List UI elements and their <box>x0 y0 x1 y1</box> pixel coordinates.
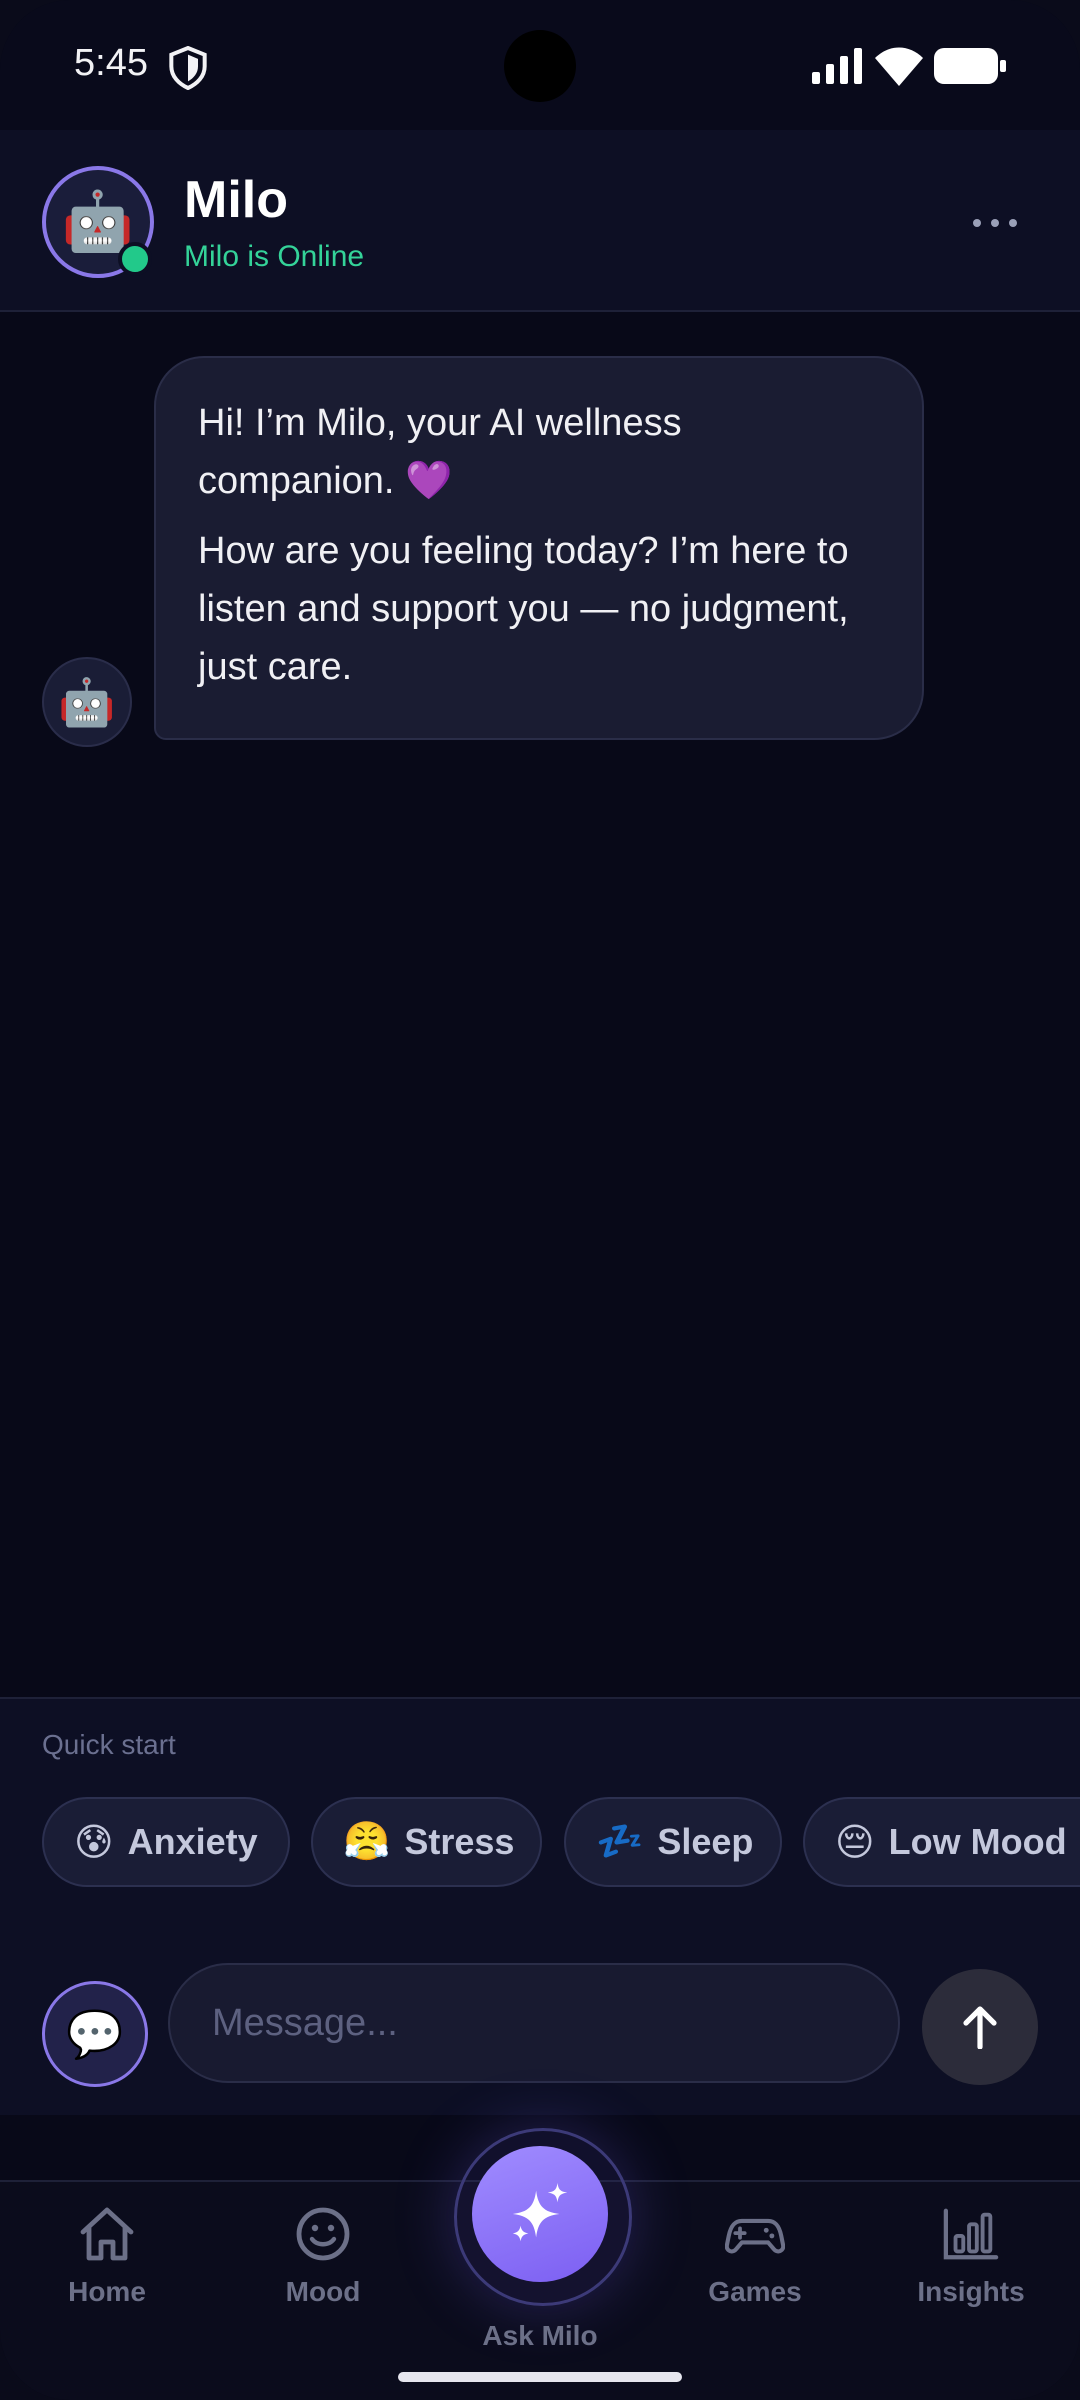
quick-chip-sleep[interactable]: 💤 Sleep <box>564 1797 782 1887</box>
message-paragraph: Hi! I’m Milo, your AI wellness companion… <box>198 402 682 502</box>
zzz-icon: 💤 <box>596 1821 644 1863</box>
message-paragraph: How are you feeling today? I’m here to l… <box>198 530 849 688</box>
bot-message-bubble: Hi! I’m Milo, your AI wellness companion… <box>154 356 924 740</box>
speech-bubble-icon: 💬 <box>66 2007 124 2060</box>
chat-title: Milo <box>184 171 288 229</box>
nav-mood[interactable]: Mood <box>243 2206 403 2308</box>
chip-label: Anxiety <box>127 1821 258 1862</box>
send-button[interactable] <box>922 1969 1038 2085</box>
nav-games[interactable]: Games <box>675 2206 835 2308</box>
battery-icon <box>934 48 1006 84</box>
nav-label: Games <box>708 2276 802 2307</box>
chat-header: 🤖 Milo Milo is Online <box>0 130 1080 312</box>
pensive-face-icon: 😔 <box>835 1821 875 1864</box>
online-status: Milo is Online <box>184 240 365 273</box>
chip-label: Low Mood <box>888 1821 1067 1862</box>
sparkle-icon <box>512 2182 568 2242</box>
chat-messages[interactable]: 🤖 Hi! I’m Milo, your AI wellness compani… <box>0 312 1080 1697</box>
bar-chart-icon <box>943 2208 999 2260</box>
frustrated-face-icon: 😤 <box>343 1821 391 1863</box>
arrow-up-icon <box>963 2006 997 2049</box>
status-bar: 5:45 <box>0 0 1080 130</box>
anxious-face-icon: 😰 <box>74 1821 114 1864</box>
bottom-navigation: Home Mood Ask Milo Games Insights <box>0 2128 1080 2400</box>
robot-icon: 🤖 <box>58 675 116 728</box>
nav-label: Home <box>68 2276 146 2307</box>
quick-chip-stress[interactable]: 😤 Stress <box>311 1797 542 1887</box>
app-screen: 5:45 🤖 Milo Milo is Online 🤖 Hi! I’m Mil… <box>0 0 1080 2400</box>
signal-icon <box>812 48 862 84</box>
quick-start-label: Quick start <box>42 1729 176 1760</box>
chat-mode-button[interactable]: 💬 <box>42 1981 148 2087</box>
online-indicator <box>118 242 152 276</box>
status-time: 5:45 <box>74 42 148 84</box>
more-dots-icon <box>973 219 981 227</box>
message-composer: 💬 <box>0 1931 1080 2115</box>
nav-ask-milo[interactable] <box>472 2146 608 2282</box>
more-options-button[interactable] <box>960 198 1030 248</box>
nav-label: Ask Milo <box>482 2320 598 2351</box>
nav-insights[interactable]: Insights <box>891 2206 1051 2308</box>
wifi-icon <box>875 47 923 86</box>
nav-home[interactable]: Home <box>27 2206 187 2308</box>
gamepad-icon <box>725 2218 785 2254</box>
bot-message-avatar: 🤖 <box>42 657 132 747</box>
quick-chip-anxiety[interactable]: 😰 Anxiety <box>42 1797 290 1887</box>
chip-label: Sleep <box>657 1821 754 1862</box>
smiley-icon <box>296 2207 350 2261</box>
camera-cutout <box>504 30 576 102</box>
message-input[interactable] <box>168 1963 900 2083</box>
shield-icon <box>169 46 207 90</box>
quick-chip-low-mood[interactable]: 😔 Low Mood <box>803 1797 1080 1887</box>
home-icon <box>80 2207 134 2261</box>
quick-start-panel: Quick start 😰 Anxiety 😤 Stress 💤 Sleep 😔… <box>0 1697 1080 1933</box>
chip-label: Stress <box>404 1821 515 1862</box>
nav-label: Mood <box>285 2276 361 2307</box>
nav-label: Insights <box>917 2276 1025 2307</box>
home-indicator[interactable] <box>398 2372 682 2382</box>
